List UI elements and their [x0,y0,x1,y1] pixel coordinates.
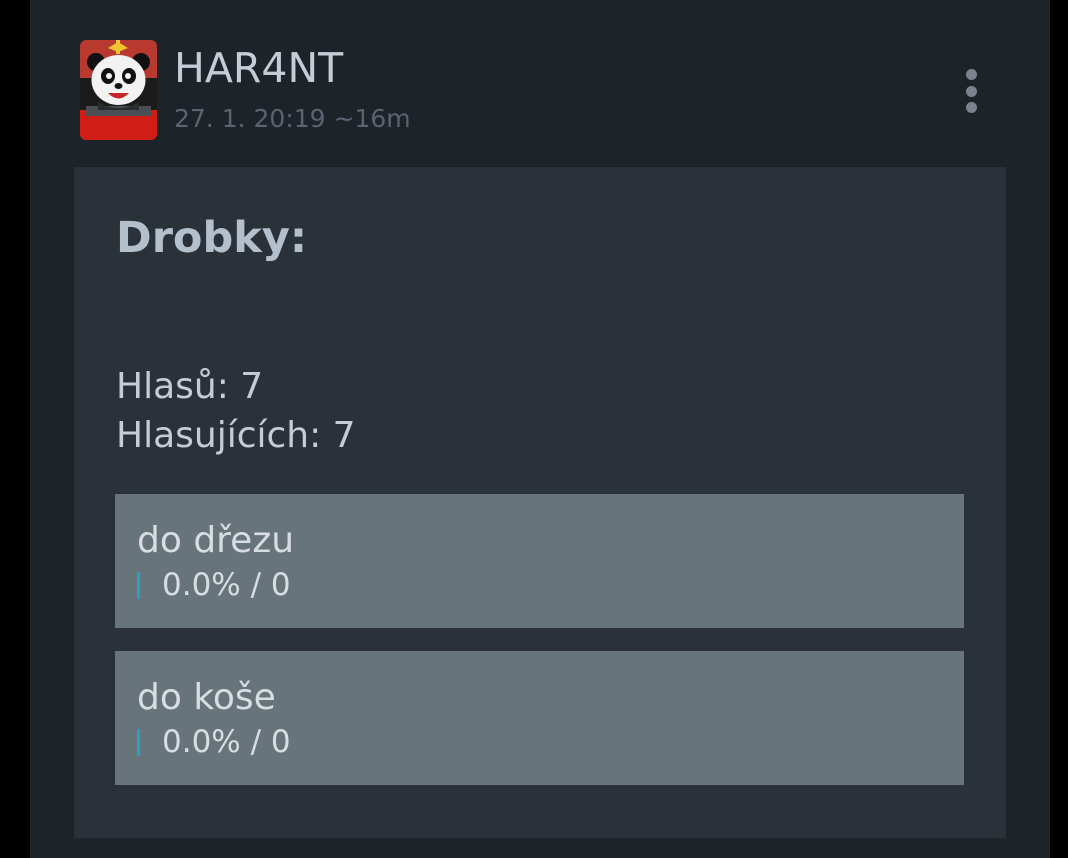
more-vertical-icon-dot-2 [966,86,977,97]
more-options-button[interactable] [952,60,992,122]
poll-option-label: do koše [137,677,276,718]
author-name[interactable]: HAR4NT [174,43,343,93]
poll-option-do-kose[interactable]: do koše 0.0% / 0 [115,651,964,785]
more-vertical-icon-dot-3 [966,102,977,113]
poll-votes-count: Hlasů: 7 [116,366,264,407]
author-avatar[interactable] [80,40,157,140]
panda-avatar-icon [80,40,157,140]
poll-option-do-drezu[interactable]: do dřezu 0.0% / 0 [115,494,964,628]
poll-voters-count: Hlasujících: 7 [116,415,356,456]
poll-option-result: 0.0% / 0 [162,567,291,603]
poll-option-label: do dřezu [137,520,295,561]
more-vertical-icon [966,69,977,80]
poll-option-result-bar [137,729,140,756]
post-timestamp: 27. 1. 20:19 ~16m [174,104,411,133]
post-screen: HAR4NT 27. 1. 20:19 ~16m Drobky: Hlasů: … [30,0,1050,858]
poll-option-result: 0.0% / 0 [162,724,291,760]
poll-card: Drobky: Hlasů: 7 Hlasujících: 7 do dřezu… [74,167,1006,838]
poll-title: Drobky: [116,213,308,263]
post-header: HAR4NT 27. 1. 20:19 ~16m [30,0,1050,165]
poll-option-result-bar [137,572,140,599]
